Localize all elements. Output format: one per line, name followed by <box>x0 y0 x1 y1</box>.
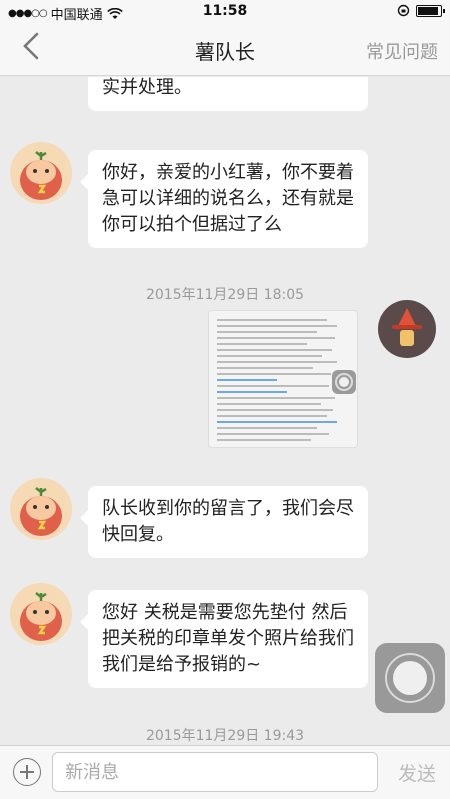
message-bubble: 实并处理。 <box>88 77 368 111</box>
chat-area[interactable]: 实并处理。 你好，亲爱的小红薯，你不要着急可以详细的说名么，还有就是你可以拍个但… <box>0 77 450 745</box>
status-time: 11:58 <box>202 3 248 19</box>
send-button[interactable]: 发送 <box>398 759 436 786</box>
message-bubble: 队长收到你的留言了，我们会尽快回复。 <box>80 486 368 558</box>
orientation-lock-icon <box>397 4 410 17</box>
input-bar: 发送 <box>0 745 450 799</box>
faq-button[interactable]: 常见问题 <box>366 38 438 64</box>
avatar[interactable] <box>10 142 72 204</box>
message-text: 实并处理。 <box>102 77 192 98</box>
sweet-potato-avatar-icon <box>20 592 62 641</box>
sweet-potato-avatar-icon <box>20 151 62 200</box>
avatar[interactable] <box>10 583 72 645</box>
sweet-potato-avatar-icon <box>20 487 62 536</box>
plus-circle-icon[interactable] <box>13 758 41 786</box>
status-right <box>397 4 445 17</box>
timestamp: 2015年11月29日 18:05 <box>145 287 305 303</box>
status-bar: ●●●○○ 中国联通 11:58 <box>0 0 450 24</box>
assistive-touch-button[interactable] <box>332 370 356 394</box>
user-avatar[interactable] <box>378 300 436 358</box>
timestamp: 2015年11月29日 19:43 <box>145 728 305 744</box>
witch-hat-avatar-icon <box>392 308 422 346</box>
message-bubble: 您好 关税是需要您先垫付 然后把关税的印章单发个照片给我们 我们是给予报销的~ <box>80 590 368 688</box>
assistive-touch-large-button[interactable] <box>375 643 445 713</box>
nav-bar: 薯队长 常见问题 <box>0 24 450 76</box>
message-bubble: 你好，亲爱的小红薯，你不要着急可以详细的说名么，还有就是你可以拍个但据过了么 <box>80 150 368 248</box>
battery-icon <box>416 4 445 17</box>
message-text: 队长收到你的留言了，我们会尽快回复。 <box>102 498 354 545</box>
message-input[interactable] <box>52 752 378 792</box>
message-text: 您好 关税是需要您先垫付 然后把关税的印章单发个照片给我们 我们是给予报销的~ <box>102 602 354 675</box>
avatar[interactable] <box>10 478 72 540</box>
message-text: 你好，亲爱的小红薯，你不要着急可以详细的说名么，还有就是你可以拍个但据过了么 <box>102 162 354 235</box>
